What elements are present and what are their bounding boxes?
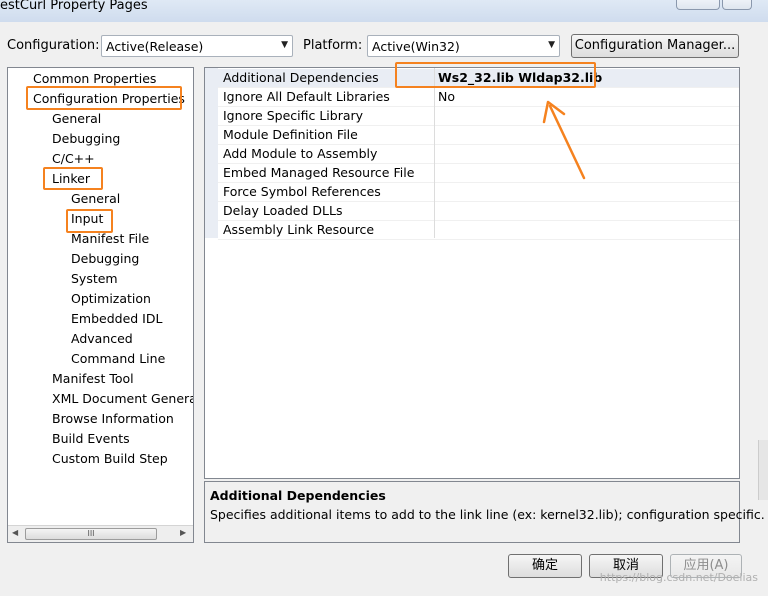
grid-row-name: Embed Managed Resource File — [223, 165, 415, 180]
tree-item-linker-debugging[interactable]: Debugging — [71, 250, 139, 268]
grid-row-force-symbol-references[interactable]: Force Symbol References — [218, 183, 739, 202]
grid-row-ignore-all-default-libraries[interactable]: Ignore All Default Libraries No — [218, 88, 739, 107]
tree-item-general[interactable]: General — [52, 110, 101, 128]
platform-combo[interactable]: Active(Win32) ▼ — [367, 35, 560, 57]
help-button[interactable] — [676, 0, 720, 10]
tree-item-system[interactable]: System — [71, 270, 118, 288]
grid-row-value[interactable]: No — [438, 89, 455, 104]
window-title: estCurl Property Pages — [0, 0, 148, 13]
tree-item-optimization[interactable]: Optimization — [71, 290, 151, 308]
watermark: https://blog.csdn.net/Doelias — [599, 571, 758, 584]
grid-row-ignore-specific-library[interactable]: Ignore Specific Library — [218, 107, 739, 126]
tree-item-xml-document-generator[interactable]: XML Document Generat — [52, 390, 193, 408]
grid-row-embed-managed-resource-file[interactable]: Embed Managed Resource File — [218, 164, 739, 183]
tree-item-linker-general[interactable]: General — [71, 190, 120, 208]
annotation-box-configuration-properties — [26, 86, 182, 110]
tree-item-embedded-idl[interactable]: Embedded IDL — [71, 310, 162, 328]
tree-item-debugging[interactable]: Debugging — [52, 130, 120, 148]
grid-margin — [205, 68, 218, 238]
scroll-grip-icon: III — [87, 529, 95, 538]
close-button[interactable] — [722, 0, 752, 10]
grid-row-name: Delay Loaded DLLs — [223, 203, 343, 218]
title-bar: estCurl Property Pages — [0, 0, 768, 22]
property-tree[interactable]: Common Properties Configuration Properti… — [7, 67, 194, 543]
grid-row-name: Module Definition File — [223, 127, 358, 142]
tree-item-manifest-tool[interactable]: Manifest Tool — [52, 370, 134, 388]
grid-row-delay-loaded-dlls[interactable]: Delay Loaded DLLs — [218, 202, 739, 221]
grid-row-name: Force Symbol References — [223, 184, 381, 199]
configuration-value: Active(Release) — [106, 39, 204, 54]
scrollbar-thumb[interactable]: III — [25, 528, 157, 540]
tree-item-advanced[interactable]: Advanced — [71, 330, 133, 348]
tree-horizontal-scrollbar[interactable]: ◀ III ▶ — [8, 525, 193, 542]
scroll-right-icon[interactable]: ▶ — [180, 528, 186, 537]
tree-item-custom-build-step[interactable]: Custom Build Step — [52, 450, 168, 468]
annotation-arrow-icon — [542, 100, 586, 180]
ok-button[interactable]: 确定 — [508, 554, 582, 578]
tree-item-browse-information[interactable]: Browse Information — [52, 410, 174, 428]
description-title: Additional Dependencies — [210, 488, 386, 503]
chevron-down-icon: ▼ — [281, 40, 288, 50]
configuration-manager-button[interactable]: Configuration Manager... — [571, 34, 739, 58]
grid-row-name: Ignore All Default Libraries — [223, 89, 390, 104]
description-text: Specifies additional items to add to the… — [210, 507, 765, 522]
tree-item-build-events[interactable]: Build Events — [52, 430, 130, 448]
grid-row-module-definition-file[interactable]: Module Definition File — [218, 126, 739, 145]
annotation-box-linker — [43, 167, 103, 190]
configuration-label: Configuration: — [7, 38, 100, 53]
scroll-left-icon[interactable]: ◀ — [12, 528, 18, 537]
grid-row-name: Assembly Link Resource — [223, 222, 375, 237]
grid-row-add-module-to-assembly[interactable]: Add Module to Assembly — [218, 145, 739, 164]
grid-row-name: Additional Dependencies — [223, 70, 379, 85]
grid-row-assembly-link-resource[interactable]: Assembly Link Resource — [218, 221, 739, 240]
annotation-box-input — [66, 209, 113, 233]
configuration-combo[interactable]: Active(Release) ▼ — [101, 35, 293, 57]
grid-column-divider[interactable] — [434, 68, 435, 238]
chevron-down-icon: ▼ — [548, 40, 555, 50]
grid-row-name: Add Module to Assembly — [223, 146, 378, 161]
property-grid[interactable]: Additional Dependencies Ws2_32.lib Wldap… — [204, 67, 740, 479]
annotation-box-dependencies — [395, 62, 596, 88]
grid-row-name: Ignore Specific Library — [223, 108, 364, 123]
platform-value: Active(Win32) — [372, 39, 460, 54]
window-edge-scrollbar — [758, 440, 768, 500]
tree-item-c-cpp[interactable]: C/C++ — [52, 150, 95, 168]
tree-item-command-line[interactable]: Command Line — [71, 350, 165, 368]
platform-label: Platform: — [303, 38, 363, 53]
description-panel: Additional Dependencies Specifies additi… — [204, 481, 765, 543]
